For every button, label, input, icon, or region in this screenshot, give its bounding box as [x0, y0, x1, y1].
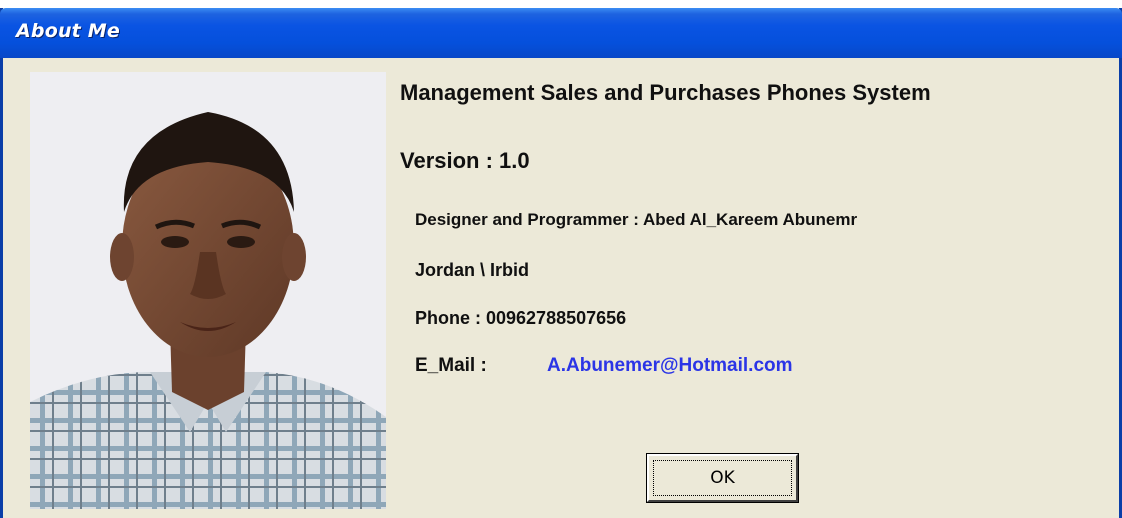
app-title: Management Sales and Purchases Phones Sy… — [400, 80, 931, 105]
ok-button[interactable]: OK — [646, 453, 799, 503]
phone-label: Phone : 00962788507656 — [415, 308, 627, 328]
designer-label: Designer and Programmer : Abed Al_Kareem… — [415, 210, 858, 229]
title-bar[interactable]: About Me — [0, 8, 1122, 58]
version-label: Version : 1.0 — [400, 148, 530, 173]
email-label: E_Mail : — [415, 355, 487, 376]
location-label: Jordan \ Irbid — [415, 260, 530, 280]
profile-photo — [30, 72, 386, 509]
ok-button-label: OK — [710, 468, 735, 488]
window-title: About Me — [16, 20, 120, 42]
about-dialog: About Me Management Sales and Purchases … — [0, 8, 1122, 518]
portrait-image — [30, 72, 386, 509]
email-link[interactable]: A.Abunemer@Hotmail.com — [547, 355, 793, 377]
